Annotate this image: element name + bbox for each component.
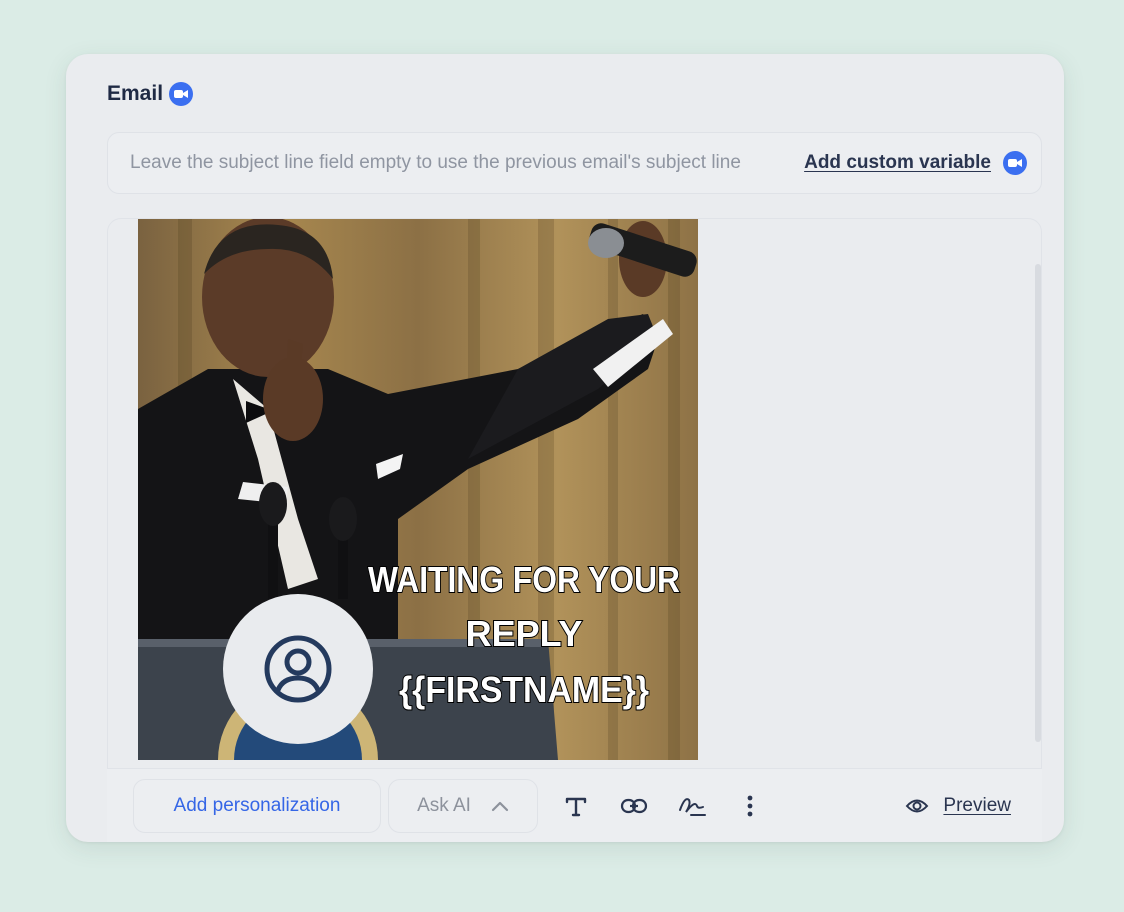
card-title-label: Email — [107, 82, 164, 105]
text-format-icon[interactable] — [556, 786, 596, 826]
gif-caption-line3: {{FIRSTNAME}} — [399, 669, 649, 710]
gif-caption-line2: REPLY — [466, 613, 583, 654]
preview-button[interactable]: Preview — [905, 795, 1011, 817]
signature-icon[interactable] — [672, 786, 712, 826]
chevron-up-icon — [491, 801, 509, 811]
add-personalization-button[interactable]: Add personalization — [133, 778, 381, 833]
subject-line-field: Add custom variable — [107, 132, 1042, 194]
email-card: Email Add custom variable — [66, 54, 1064, 842]
preview-label: Preview — [943, 794, 1011, 816]
subject-input[interactable] — [108, 151, 795, 175]
link-icon[interactable] — [614, 786, 654, 826]
card-title: Email — [107, 82, 194, 106]
video-help-icon[interactable] — [1003, 151, 1027, 175]
user-avatar-icon — [264, 635, 332, 703]
video-badge-icon[interactable] — [169, 82, 194, 106]
email-body-editor[interactable]: WAITING FOR YOUR REPLY {{FIRSTNAME}} — [107, 218, 1042, 842]
editor-toolbar: Add personalization Ask AI Preview — [107, 768, 1042, 842]
ask-ai-label: Ask AI — [417, 794, 471, 816]
add-custom-variable-link[interactable]: Add custom variable — [804, 152, 991, 174]
meme-gif-image: WAITING FOR YOUR REPLY {{FIRSTNAME}} — [138, 219, 698, 760]
editor-scrollbar[interactable] — [1035, 264, 1041, 742]
gif-caption-line1: WAITING FOR YOUR — [368, 559, 680, 600]
avatar[interactable] — [223, 594, 373, 744]
eye-icon — [906, 799, 929, 812]
more-vertical-icon[interactable] — [730, 786, 770, 826]
ask-ai-button[interactable]: Ask AI — [388, 778, 538, 833]
